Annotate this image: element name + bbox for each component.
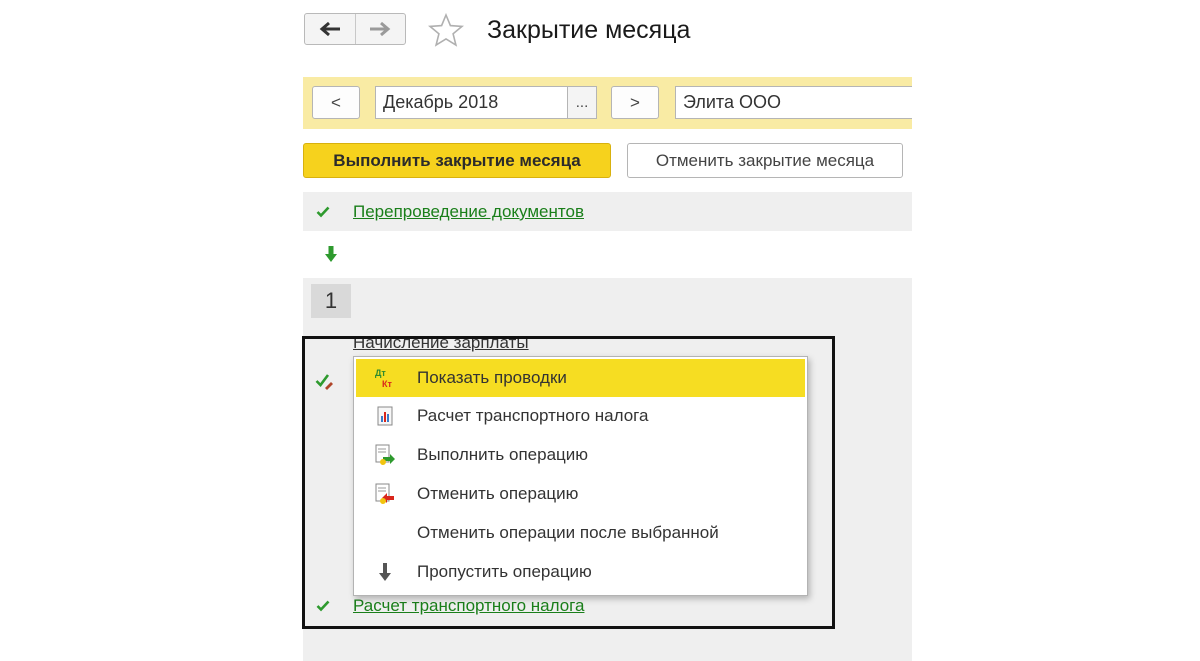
reposting-link[interactable]: Перепроведение документов: [353, 202, 584, 222]
organization-field[interactable]: Элита ООО: [675, 86, 912, 119]
forward-button[interactable]: [354, 14, 406, 44]
execute-month-close-button[interactable]: Выполнить закрытие месяца: [303, 143, 611, 178]
context-menu: Дт Кт Показать проводки Расчет транспорт…: [353, 356, 808, 596]
select-period-button[interactable]: ...: [567, 86, 597, 119]
execute-operation-icon: [373, 443, 397, 467]
dt-kt-icon: Дт Кт: [373, 366, 397, 390]
star-icon: [427, 12, 465, 47]
cancel-month-close-button[interactable]: Отменить закрытие месяца: [627, 143, 903, 178]
arrow-down-icon: [373, 560, 397, 584]
navigation-buttons: [304, 13, 406, 45]
arrow-left-icon: [319, 21, 340, 37]
period-field[interactable]: Декабрь 2018: [375, 86, 568, 119]
menu-item-label: Пропустить операцию: [417, 562, 592, 581]
stage-number: 1: [311, 284, 351, 318]
menu-item-cancel-after-selected[interactable]: Отменить операции после выбранной: [356, 514, 805, 552]
menu-item-skip-operation[interactable]: Пропустить операцию: [356, 553, 805, 591]
prev-period-button[interactable]: <: [312, 86, 360, 119]
menu-item-label: Отменить операции после выбранной: [417, 523, 719, 542]
next-period-button[interactable]: >: [611, 86, 659, 119]
menu-item-execute-operation[interactable]: Выполнить операцию: [356, 436, 805, 474]
menu-item-label: Отменить операцию: [417, 484, 579, 503]
menu-item-show-postings[interactable]: Дт Кт Показать проводки: [356, 359, 805, 397]
arrow-right-icon: [370, 21, 391, 37]
back-button[interactable]: [305, 14, 355, 44]
menu-item-label: Показать проводки: [417, 368, 567, 387]
svg-text:Дт: Дт: [375, 368, 386, 378]
cancel-operation-icon: [373, 482, 397, 506]
menu-item-transport-tax[interactable]: Расчет транспортного налога: [356, 397, 805, 435]
favorite-button[interactable]: [427, 12, 465, 47]
check-icon: [316, 206, 330, 218]
report-icon: [373, 404, 397, 428]
svg-text:Кт: Кт: [382, 379, 392, 389]
menu-item-label: Расчет транспортного налога: [417, 406, 649, 425]
page-title: Закрытие месяца: [487, 16, 691, 44]
period-bar: < Декабрь 2018 ... > Элита ООО: [303, 77, 912, 129]
arrow-down-green-icon: [325, 246, 337, 262]
menu-item-label: Выполнить операцию: [417, 445, 589, 464]
menu-item-cancel-operation[interactable]: Отменить операцию: [356, 475, 805, 513]
